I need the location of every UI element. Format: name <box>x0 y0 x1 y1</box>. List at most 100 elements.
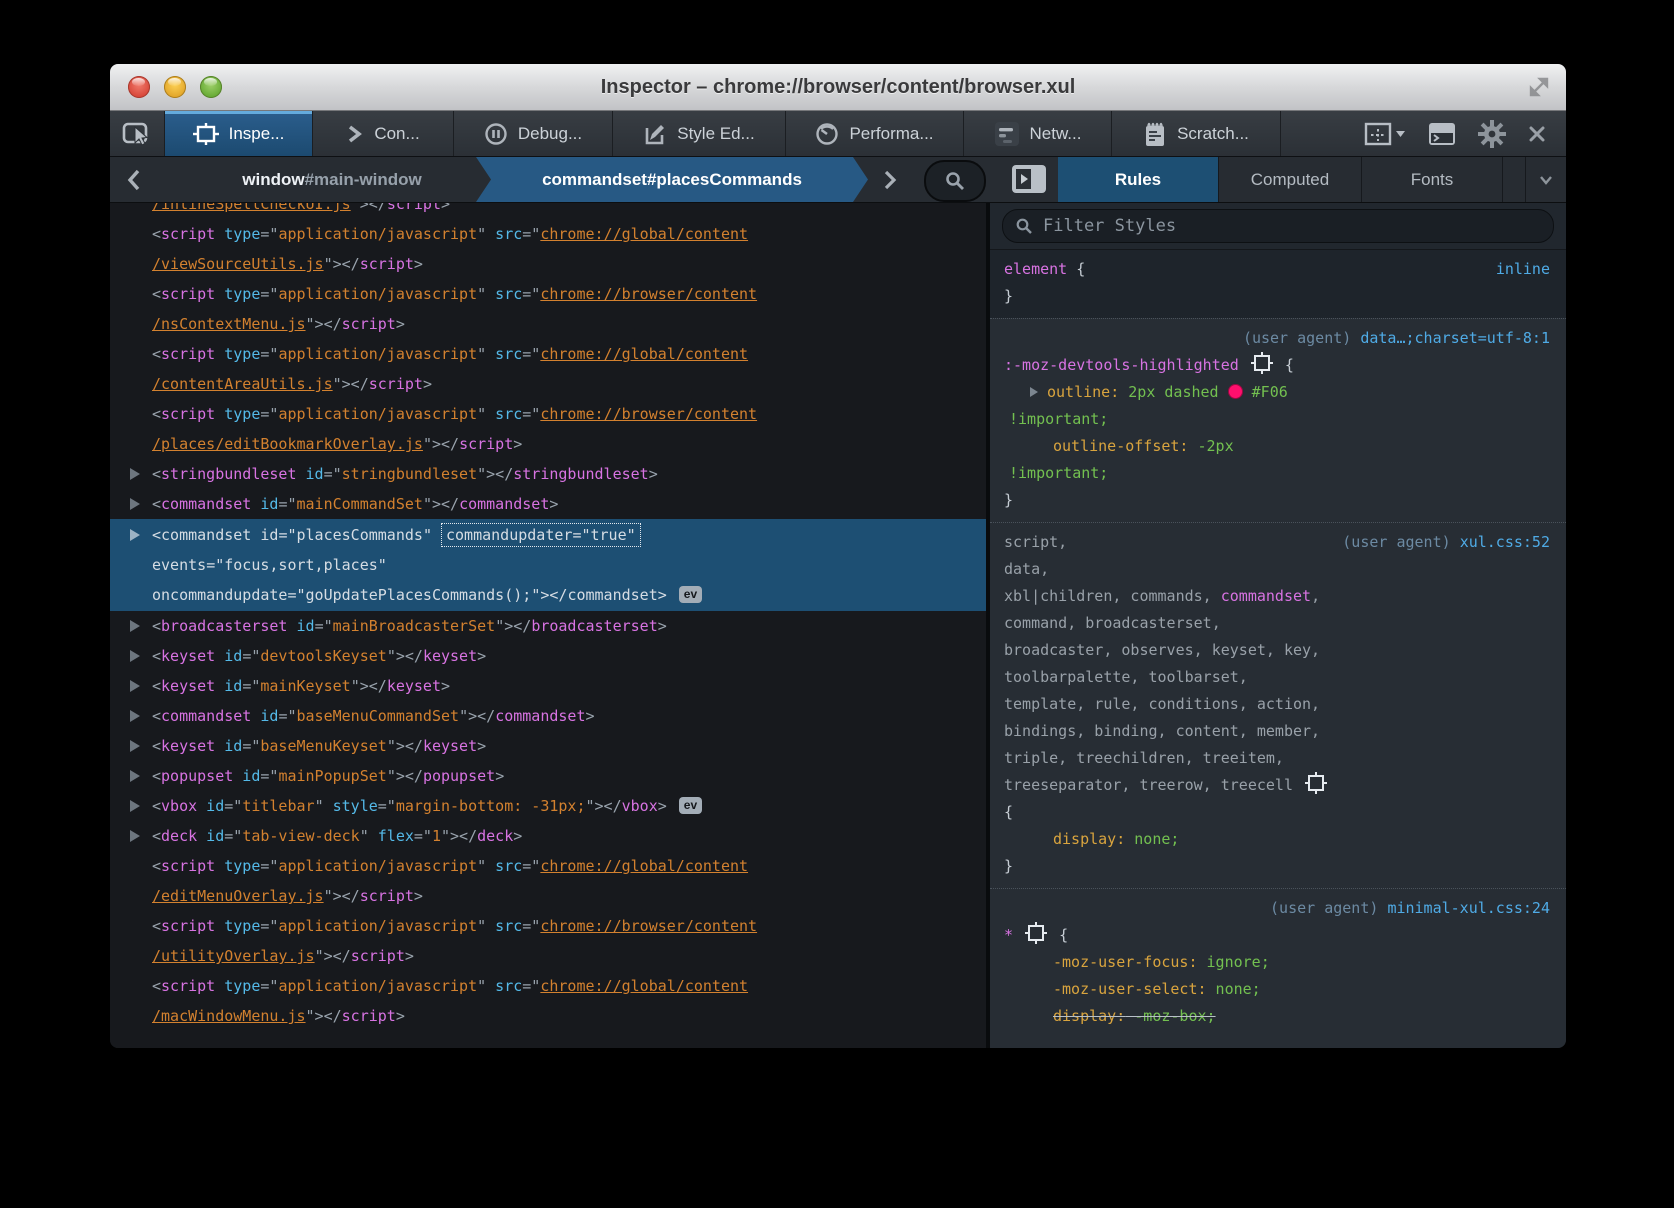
stylesheet-source-link[interactable]: inline <box>1496 260 1550 278</box>
highlighter-icon[interactable] <box>1254 355 1270 371</box>
expand-twisty-icon[interactable] <box>130 468 140 480</box>
css-rule-line[interactable]: element {inline <box>990 256 1566 283</box>
expand-twisty-icon[interactable] <box>130 680 140 692</box>
tab-computed[interactable]: Computed <box>1219 157 1362 202</box>
highlighter-icon[interactable] <box>1028 925 1044 941</box>
expand-twisty-icon[interactable] <box>130 770 140 782</box>
filter-styles-box[interactable] <box>1002 209 1554 243</box>
attribute-url-link[interactable]: chrome://browser/content <box>540 285 757 303</box>
markup-line[interactable]: <keyset id="devtoolsKeyset"></keyset> <box>110 641 986 671</box>
markup-line[interactable]: <script type="application/javascript" sr… <box>110 399 986 429</box>
breadcrumb-item-commandset[interactable]: commandset#placesCommands <box>476 157 868 202</box>
rule-source-link[interactable]: (user agent) minimal-xul.css:24 <box>1270 895 1550 922</box>
tab-style-editor[interactable]: Style Ed... <box>613 111 786 156</box>
tab-inspector[interactable]: Inspe... <box>165 111 313 156</box>
css-rule-line[interactable]: script,(user agent) xul.css:52 <box>990 529 1566 556</box>
attribute-url-link[interactable]: /viewSourceUtils.js <box>152 255 324 273</box>
css-rule-line[interactable]: outline-offset: -2px <box>990 433 1566 460</box>
attribute-url-link[interactable]: /editMenuOverlay.js <box>152 887 324 905</box>
breadcrumb-forward-button[interactable] <box>868 157 912 202</box>
breadcrumb-back-button[interactable] <box>110 157 158 202</box>
css-rule-line[interactable]: broadcaster, observes, keyset, key, <box>990 637 1566 664</box>
css-rule-line[interactable]: :-moz-devtools-highlighted { <box>990 352 1566 379</box>
color-swatch[interactable] <box>1228 384 1243 399</box>
markup-line[interactable]: <stringbundleset id="stringbundleset"></… <box>110 459 986 489</box>
css-rule-line[interactable]: * { <box>990 922 1566 949</box>
attribute-url-link[interactable]: /contentAreaUtils.js <box>152 375 333 393</box>
markup-line[interactable]: <popupset id="mainPopupSet"></popupset> <box>110 761 986 791</box>
tab-network[interactable]: Netw... <box>964 111 1112 156</box>
css-rule-line[interactable]: display: -moz-box; <box>990 1003 1566 1030</box>
attribute-url-link[interactable]: chrome://browser/content <box>540 917 757 935</box>
css-rule-line[interactable]: { <box>990 799 1566 826</box>
attribute-url-link[interactable]: chrome://global/content <box>540 225 748 243</box>
split-console-button[interactable] <box>1428 122 1456 146</box>
expand-twisty-icon[interactable] <box>130 800 140 812</box>
zoom-window-button[interactable] <box>200 76 222 98</box>
event-badge[interactable]: ev <box>679 797 702 814</box>
markup-line[interactable]: /nsContextMenu.js"></script> <box>110 309 986 339</box>
rule-source-link[interactable]: (user agent) data…;charset=utf-8:1 <box>1243 325 1550 352</box>
markup-line[interactable]: /inlineSpellCheckUI.js"></script> <box>110 203 986 219</box>
markup-line[interactable]: <commandset id="baseMenuCommandSet"></co… <box>110 701 986 731</box>
expand-twisty-icon[interactable] <box>130 498 140 510</box>
markup-line[interactable]: <script type="application/javascript" sr… <box>110 219 986 249</box>
attribute-url-link[interactable]: /macWindowMenu.js <box>152 1007 306 1025</box>
stylesheet-source-link[interactable]: data…;charset=utf-8:1 <box>1360 329 1550 347</box>
tab-scratchpad[interactable]: Scratch... <box>1112 111 1281 156</box>
css-rule-line[interactable]: treeseparator, treerow, treecell <box>990 772 1566 799</box>
markup-line[interactable]: /contentAreaUtils.js"></script> <box>110 369 986 399</box>
markup-line[interactable]: <deck id="tab-view-deck" flex="1"></deck… <box>110 821 986 851</box>
attribute-url-link[interactable]: chrome://global/content <box>540 857 748 875</box>
search-nodes-button[interactable] <box>924 160 986 202</box>
css-rule-line[interactable]: } <box>990 853 1566 880</box>
expand-twisty-icon[interactable] <box>130 830 140 842</box>
markup-line[interactable]: /viewSourceUtils.js"></script> <box>110 249 986 279</box>
css-rule-line[interactable]: !important; <box>990 406 1566 433</box>
pick-element-button[interactable] <box>110 111 165 156</box>
attribute-url-link[interactable]: chrome://global/content <box>540 977 748 995</box>
css-rule-line[interactable]: xbl|children, commands, commandset, <box>990 583 1566 610</box>
markup-line[interactable]: <commandset id="mainCommandSet"></comman… <box>110 489 986 519</box>
css-rule-line[interactable]: } <box>990 487 1566 514</box>
markup-line[interactable]: <commandset id="placesCommands" commandu… <box>110 520 986 550</box>
expand-twisty-icon[interactable] <box>130 529 140 541</box>
expand-sidebar-button[interactable] <box>1012 165 1046 193</box>
css-rule-line[interactable]: } <box>990 283 1566 310</box>
css-rule-line[interactable]: template, rule, conditions, action, <box>990 691 1566 718</box>
css-rule-line[interactable]: outline: 2px dashed #F06 <box>990 379 1566 406</box>
stylesheet-source-link[interactable]: minimal-xul.css:24 <box>1387 899 1550 917</box>
attribute-url-link[interactable]: chrome://browser/content <box>540 405 757 423</box>
tab-console[interactable]: Con... <box>313 111 454 156</box>
markup-line[interactable]: <vbox id="titlebar" style="margin-bottom… <box>110 791 986 821</box>
markup-line[interactable]: events="focus,sort,places" <box>110 550 986 580</box>
expand-twisty-icon[interactable] <box>130 650 140 662</box>
rule-source-link[interactable]: (user agent) xul.css:52 <box>1342 529 1550 556</box>
attribute-url-link[interactable]: /inlineSpellCheckUI.js <box>152 203 351 213</box>
css-rule-line[interactable]: triple, treechildren, treeitem, <box>990 745 1566 772</box>
css-rule-line[interactable]: command, broadcasterset, <box>990 610 1566 637</box>
tab-debugger[interactable]: Debug... <box>454 111 613 156</box>
title-bar[interactable]: Inspector – chrome://browser/content/bro… <box>110 64 1566 111</box>
frame-select-button[interactable] <box>1364 121 1406 147</box>
markup-line[interactable]: <script type="application/javascript" sr… <box>110 971 986 1001</box>
css-rule-line[interactable]: (user agent) data…;charset=utf-8:1 <box>990 325 1566 352</box>
close-devtools-button[interactable] <box>1528 125 1546 143</box>
css-rule-line[interactable]: (user agent) minimal-xul.css:24 <box>990 895 1566 922</box>
css-rule-line[interactable]: -moz-user-focus: ignore; <box>990 949 1566 976</box>
markup-line[interactable]: <script type="application/javascript" sr… <box>110 279 986 309</box>
markup-line[interactable]: /places/editBookmarkOverlay.js"></script… <box>110 429 986 459</box>
rule-source-link[interactable]: inline <box>1496 256 1550 283</box>
attribute-url-link[interactable]: /utilityOverlay.js <box>152 947 315 965</box>
tab-rules[interactable]: Rules <box>1058 157 1219 202</box>
markup-line[interactable]: oncommandupdate="goUpdatePlacesCommands(… <box>110 580 986 610</box>
css-rule-line[interactable]: bindings, binding, content, member, <box>990 718 1566 745</box>
minimize-window-button[interactable] <box>164 76 186 98</box>
settings-gear-button[interactable] <box>1478 120 1506 148</box>
markup-line[interactable]: <script type="application/javascript" sr… <box>110 851 986 881</box>
tab-fonts[interactable]: Fonts <box>1362 157 1503 202</box>
resize-grip-icon[interactable] <box>1526 74 1552 100</box>
markup-line[interactable]: <keyset id="mainKeyset"></keyset> <box>110 671 986 701</box>
markup-line[interactable]: <broadcasterset id="mainBroadcasterSet">… <box>110 611 986 641</box>
markup-line[interactable]: <script type="application/javascript" sr… <box>110 339 986 369</box>
